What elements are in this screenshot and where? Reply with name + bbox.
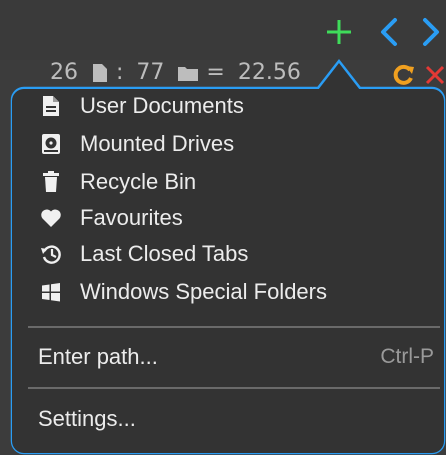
tab-toolbar bbox=[0, 0, 446, 60]
menu-item-last-closed-tabs[interactable]: Last Closed Tabs bbox=[38, 237, 248, 271]
popup-menu-body: User Documents Mounted Drives Recycle Bi… bbox=[12, 89, 444, 453]
new-tab-popup: User Documents Mounted Drives Recycle Bi… bbox=[10, 55, 446, 455]
menu-item-user-documents[interactable]: User Documents bbox=[38, 89, 244, 123]
menu-item-mounted-drives[interactable]: Mounted Drives bbox=[38, 127, 234, 161]
windows-icon bbox=[42, 283, 60, 302]
menu-item-favourites[interactable]: Favourites bbox=[38, 201, 183, 235]
menu-item-windows-special-folders[interactable]: Windows Special Folders bbox=[38, 275, 327, 309]
chevron-right-icon bbox=[423, 18, 439, 46]
menu-item-label: Enter path... bbox=[38, 344, 158, 369]
file-manager-window: 26 : 77 = 22.56 User Documents Mounted D… bbox=[0, 0, 446, 455]
menu-item-recycle-bin[interactable]: Recycle Bin bbox=[38, 165, 196, 199]
menu-item-label: Last Closed Tabs bbox=[80, 241, 249, 266]
hard-drive-icon bbox=[42, 134, 60, 154]
chevron-left-icon bbox=[381, 18, 397, 46]
document-icon bbox=[43, 96, 59, 116]
menu-separator bbox=[28, 387, 440, 389]
plus-icon bbox=[327, 20, 351, 44]
menu-item-label: Favourites bbox=[80, 205, 183, 230]
history-icon bbox=[41, 245, 61, 264]
trash-icon bbox=[43, 171, 59, 192]
menu-separator bbox=[28, 326, 440, 328]
add-tab-button[interactable] bbox=[322, 14, 356, 50]
previous-tab-button[interactable] bbox=[372, 14, 406, 50]
menu-item-label: Mounted Drives bbox=[80, 131, 235, 156]
next-tab-button[interactable] bbox=[414, 14, 446, 50]
menu-item-label: Settings... bbox=[38, 406, 136, 431]
keyboard-shortcut: Ctrl-P bbox=[380, 345, 434, 368]
heart-icon bbox=[41, 209, 61, 227]
menu-item-label: User Documents bbox=[80, 93, 244, 118]
menu-item-label: Windows Special Folders bbox=[80, 279, 327, 304]
menu-item-settings[interactable]: Settings... bbox=[38, 402, 434, 436]
menu-item-enter-path[interactable]: Enter path... Ctrl-P bbox=[38, 340, 434, 374]
menu-item-label: Recycle Bin bbox=[80, 169, 197, 194]
